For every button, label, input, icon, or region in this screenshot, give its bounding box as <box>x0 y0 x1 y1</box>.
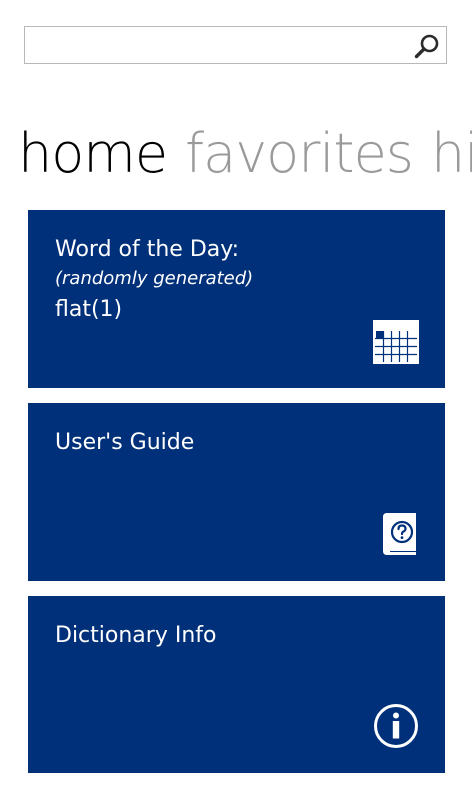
info-icon <box>374 704 418 748</box>
dictionary-info-tile[interactable]: Dictionary Info <box>28 596 445 773</box>
app-page: homefavorites history Word of the Day: (r… <box>0 0 472 787</box>
search-box[interactable] <box>24 26 447 64</box>
word-of-the-day-title: Word of the Day: <box>55 237 240 262</box>
dictionary-info-title: Dictionary Info <box>55 623 217 648</box>
help-book-icon <box>383 513 416 555</box>
word-of-the-day-subtitle: (randomly generated) <box>55 268 254 289</box>
users-guide-title: User's Guide <box>55 430 195 455</box>
pivot-item-favorites[interactable]: favorites <box>185 118 414 190</box>
pivot-header: homefavorites history <box>18 118 472 190</box>
users-guide-tile[interactable]: User's Guide <box>28 403 445 581</box>
pivot-item-home[interactable]: home <box>18 118 168 190</box>
pivot-item-history[interactable]: history <box>431 118 472 190</box>
search-input[interactable] <box>31 31 405 61</box>
calendar-icon <box>373 320 419 364</box>
word-of-the-day-word: flat(1) <box>55 297 123 322</box>
word-of-the-day-tile[interactable]: Word of the Day: (randomly generated) fl… <box>28 210 445 388</box>
search-icon[interactable] <box>413 32 441 60</box>
